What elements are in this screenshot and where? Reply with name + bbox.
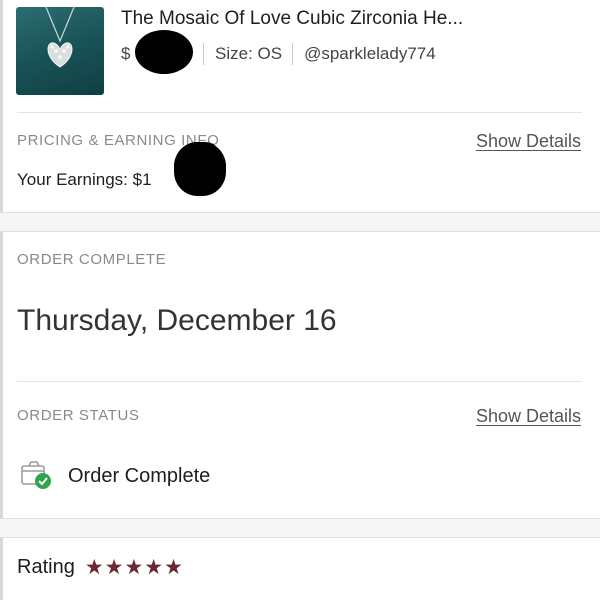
meta-divider (203, 43, 204, 65)
order-status-row: Order Complete (20, 460, 210, 492)
price-redaction (135, 30, 193, 74)
product-summary[interactable]: The Mosaic Of Love Cubic Zirconia He... … (0, 0, 600, 112)
your-earnings: Your Earnings: $1 (17, 170, 152, 190)
heart-pendant-icon (45, 7, 75, 68)
pricing-show-details-link[interactable]: Show Details (476, 131, 581, 152)
rating-stars: ★★★★★ (84, 556, 184, 579)
product-price: $ (121, 30, 193, 74)
section-gap (0, 212, 600, 232)
product-size: Size: OS (215, 44, 283, 63)
product-thumbnail[interactable] (16, 7, 104, 95)
product-meta: $ Size: OS @sparklelady774 (121, 30, 436, 74)
rating-label: Rating (17, 556, 75, 578)
package-check-icon (20, 460, 54, 492)
order-complete-date: Thursday, December 16 (17, 304, 337, 337)
order-status-section-label: ORDER STATUS (17, 407, 140, 424)
earnings-text: Your Earnings: $1 (17, 170, 152, 189)
seller-username[interactable]: @sparklelady774 (304, 44, 436, 64)
order-complete-section-label: ORDER COMPLETE (17, 251, 167, 268)
meta-divider (292, 43, 294, 65)
rating-row: Rating ★★★★★ (17, 555, 184, 580)
divider (17, 381, 582, 382)
status-show-details-link[interactable]: Show Details (476, 406, 581, 427)
divider (17, 112, 582, 113)
label-redaction (186, 142, 216, 156)
order-status-text: Order Complete (68, 464, 211, 487)
product-title[interactable]: The Mosaic Of Love Cubic Zirconia He... (121, 8, 581, 30)
section-gap (0, 518, 600, 538)
price-text: $ (121, 44, 131, 63)
